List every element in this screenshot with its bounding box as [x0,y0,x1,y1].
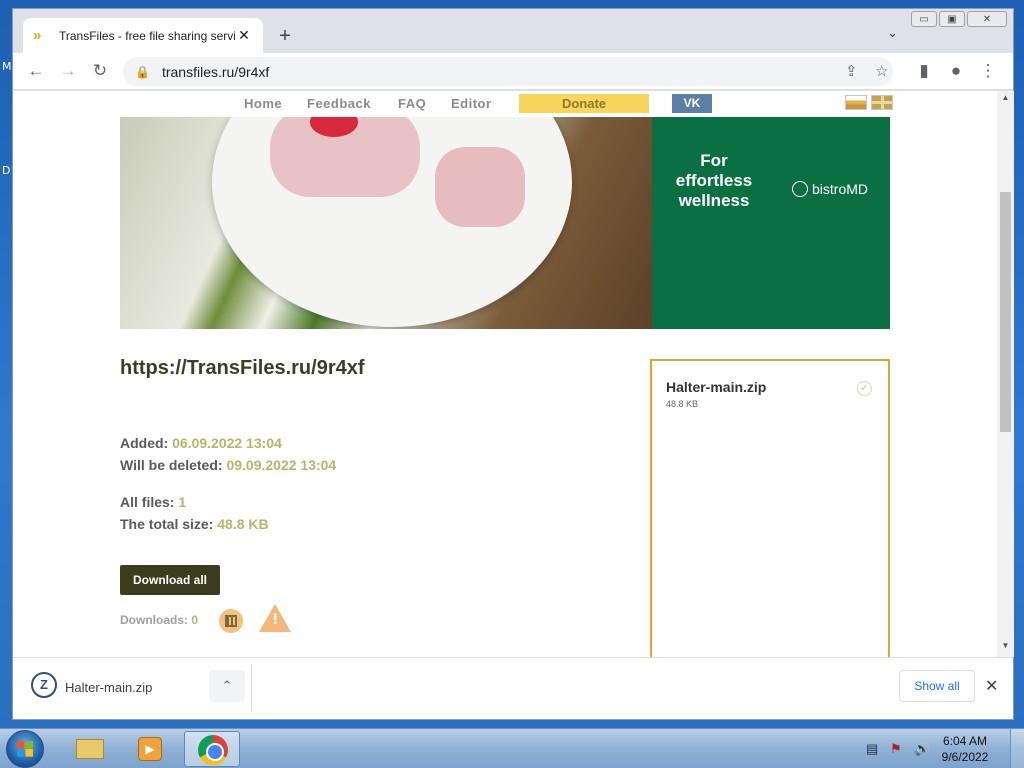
tab-title: TransFiles - free file sharing servi [59,28,235,43]
reload-icon[interactable]: ↻ [89,61,111,81]
start-button[interactable] [6,730,44,768]
chrome-icon [198,735,228,765]
address-bar[interactable]: 🔒 transfiles.ru/9r4xf ⇪ ☆ [123,57,893,86]
deleted-row: Will be deleted: 09.09.2022 13:04 [120,457,336,473]
ad-brand-panel: For effortless wellness bistroMD [652,117,890,329]
qr-code-icon[interactable] [219,609,243,633]
downloads-value: 0 [191,613,199,627]
ad-cake-slice [435,147,525,227]
file-size: 48.8 KB [666,399,699,409]
total-size-value: 48.8 KB [217,516,269,532]
added-label: Added: [120,435,169,451]
browser-tab-transfiles[interactable]: » TransFiles - free file sharing servi ✕ [23,18,263,53]
profile-avatar-icon[interactable]: ● [945,61,967,81]
downloads-label: Downloads: [120,613,188,627]
close-shelf-icon[interactable]: ✕ [985,676,998,696]
taskbar-chrome[interactable] [184,731,240,767]
forward-arrow-icon[interactable]: → [57,61,79,81]
total-size-label: The total size: [120,516,214,532]
site-nav: Home Feedback FAQ Editor Donate VK [13,91,997,117]
nav-editor-link[interactable]: Editor [451,96,492,111]
show-desktop-button[interactable] [1010,729,1024,768]
all-files-row: All files: 1 [120,494,186,510]
report-warning-icon[interactable]: ! [259,604,291,632]
page-scrollbar[interactable]: ▲ ▼ [997,91,1014,657]
desktop-icon-label[interactable]: D [2,164,10,177]
bistromd-logo-icon [792,181,808,197]
share-icon[interactable]: ⇪ [845,62,858,80]
ad-cake-photo [120,117,652,329]
nav-feedback-link[interactable]: Feedback [307,96,371,111]
desktop-icon-label[interactable]: M [2,60,12,73]
new-tab-button[interactable]: + [275,25,295,48]
tab-close-icon[interactable]: ✕ [235,27,253,44]
added-value: 06.09.2022 13:04 [172,435,282,451]
nav-home-link[interactable]: Home [244,96,282,111]
downloads-count: Downloads: 0 [120,613,198,627]
nav-faq-link[interactable]: FAQ [398,96,426,111]
added-row: Added: 06.09.2022 13:04 [120,435,282,451]
vk-button[interactable]: VK [672,94,712,113]
all-files-value: 1 [178,494,187,510]
tab-search-chevron-icon[interactable]: ⌄ [887,25,898,41]
deleted-label: Will be deleted: [120,457,223,473]
deleted-value: 09.09.2022 13:04 [226,457,337,473]
english-flag-icon[interactable] [871,95,893,110]
file-name[interactable]: Halter-main.zip [666,379,766,395]
file-select-check-icon[interactable]: ✓ [857,381,872,396]
side-panel-icon[interactable]: ▮ [913,61,935,81]
total-size-row: The total size: 48.8 KB [120,516,269,532]
windows-taskbar: ▶ ▤ ⚑ 🔊 6:04 AM 9/6/2022 [0,728,1024,768]
clock-date: 9/6/2022 [941,750,989,764]
downloaded-file-name[interactable]: Halter-main.zip [65,680,152,695]
bookmark-star-icon[interactable]: ☆ [875,62,888,80]
russian-flag-icon[interactable] [845,95,867,110]
browser-menu-icon[interactable]: ⋮ [977,61,999,81]
media-player-icon: ▶ [138,737,162,761]
window-close-button[interactable]: ✕ [967,11,1007,27]
warning-glyph: ! [272,612,279,628]
file-explorer-icon [76,739,104,759]
taskbar-explorer[interactable] [62,731,118,767]
address-url[interactable]: transfiles.ru/9r4xf [162,64,269,80]
maximize-button[interactable]: ▣ [939,11,965,27]
shelf-divider [251,664,252,712]
tray-volume-icon[interactable]: 🔊 [914,741,930,757]
lock-icon[interactable]: 🔒 [135,65,150,79]
ad-brand-logo: bistroMD [792,181,868,197]
system-clock[interactable]: 6:04 AM 9/6/2022 [934,733,996,765]
page-viewport: Home Feedback FAQ Editor Donate VK For e… [13,91,997,657]
download-all-button[interactable]: Download all [120,565,220,595]
window-controls: ▭ ▣ ✕ [911,11,1007,27]
tray-network-icon[interactable]: ▤ [866,741,878,757]
show-all-downloads-button[interactable]: Show all [899,670,975,702]
all-files-label: All files: [120,494,175,510]
minimize-button[interactable]: ▭ [911,11,937,27]
download-shelf: Z Halter-main.zip ⌃ Show all ✕ [13,657,1013,719]
download-options-chevron-icon[interactable]: ⌃ [209,670,245,702]
browser-toolbar: ← → ↻ 🔒 transfiles.ru/9r4xf ⇪ ☆ ▮ ● ⋮ [13,53,1013,90]
clock-time: 6:04 AM [942,734,988,748]
scroll-down-arrow-icon[interactable]: ▼ [997,641,1014,655]
scrollbar-thumb[interactable] [1000,192,1011,432]
ad-brand-name: bistroMD [812,181,869,197]
file-list-panel: Halter-main.zip 48.8 KB ✓ [650,359,890,657]
tray-action-center-icon[interactable]: ⚑ [890,741,902,757]
back-arrow-icon[interactable]: ← [25,61,47,81]
tab-strip: » TransFiles - free file sharing servi ✕… [13,9,1013,53]
scroll-up-arrow-icon[interactable]: ▲ [997,93,1014,107]
donate-button[interactable]: Donate [519,94,649,113]
advertisement-banner[interactable]: For effortless wellness bistroMD [120,117,890,329]
taskbar-media-player[interactable]: ▶ [122,731,178,767]
browser-window: » TransFiles - free file sharing servi ✕… [12,8,1014,720]
transfiles-favicon-icon: » [33,26,42,44]
ad-headline: For effortless wellness [675,151,753,210]
zip-file-icon[interactable]: Z [31,672,57,698]
share-link[interactable]: https://TransFiles.ru/9r4xf [120,357,365,380]
